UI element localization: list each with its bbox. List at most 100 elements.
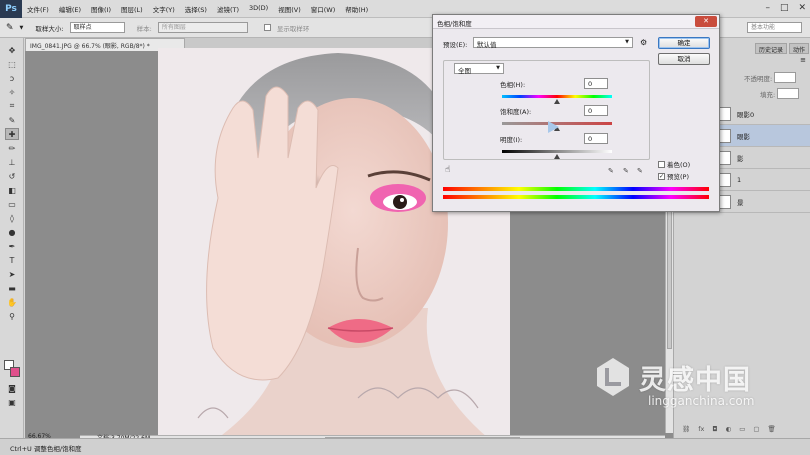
ok-button[interactable]: 确定 (658, 37, 710, 49)
watermark-title: 灵感中国 (639, 365, 751, 396)
tools-panel: ✥ ⬚ ↄ ✧ ⌗ ✎ ✚ ✏ ⊥ ↺ ◧ ▭ ◊ ● ✒ T ➤ ▬ ✋ ⚲ … (0, 38, 24, 443)
chevron-down-icon: ▼ (625, 39, 629, 45)
fill-label: 填充: (760, 90, 776, 99)
fill-field[interactable] (777, 88, 800, 99)
hue-label: 色相(H): (500, 81, 526, 89)
healing-tool-icon[interactable]: ✚ (5, 128, 19, 140)
sample-select[interactable]: 所有图层 (157, 22, 248, 33)
stamp-tool-icon[interactable]: ⊥ (5, 156, 19, 168)
trash-icon[interactable]: 🗑 (768, 425, 776, 433)
close-window-icon[interactable]: ✕ (798, 3, 806, 13)
watermark-subtitle: lingganchina.com (648, 394, 755, 408)
marquee-tool-icon[interactable]: ⬚ (5, 58, 19, 70)
minimize-icon[interactable]: – (765, 3, 770, 13)
menu-item[interactable]: 编辑(E) (54, 4, 86, 14)
menu-item[interactable]: 窗口(W) (306, 4, 341, 14)
zoom-tool-icon[interactable]: ⚲ (5, 310, 19, 322)
type-tool-icon[interactable]: T (5, 254, 19, 266)
dialog-close-button[interactable]: ✕ (695, 16, 717, 27)
quick-mask-icon[interactable]: ◙ (5, 382, 19, 394)
colorize-option[interactable]: 着色(O) (658, 159, 690, 169)
menu-item[interactable]: 视图(V) (273, 4, 306, 14)
panel-tab[interactable]: 动作 (788, 43, 809, 54)
layer-name: 眼影0 (737, 110, 755, 119)
menu-item[interactable]: 选择(S) (180, 4, 212, 14)
menu-item[interactable]: 3D(D) (244, 4, 273, 14)
new-layer-icon[interactable]: ▢ (753, 425, 759, 433)
pen-tool-icon[interactable]: ✒ (5, 240, 19, 252)
hue-slider-thumb[interactable] (554, 99, 560, 104)
blur-tool-icon[interactable]: ◊ (5, 212, 19, 224)
eraser-tool-icon[interactable]: ◧ (5, 184, 19, 196)
move-tool-icon[interactable]: ✥ (5, 44, 19, 56)
channel-select[interactable]: 全图 ▼ (454, 63, 504, 75)
opacity-field[interactable] (774, 72, 797, 83)
preview-label: 预览(P) (667, 173, 689, 181)
history-brush-tool-icon[interactable]: ↺ (5, 170, 19, 182)
hue-slider-track[interactable] (502, 95, 612, 98)
shape-tool-icon[interactable]: ▬ (5, 282, 19, 294)
sample-label: 样本: (136, 24, 152, 33)
photoshop-logo: Ps (0, 0, 22, 18)
mask-icon[interactable]: ◘ (712, 425, 717, 433)
menu-item[interactable]: 帮助(H) (340, 4, 373, 14)
menu-item[interactable]: 滤镜(T) (212, 4, 244, 14)
sample-size-select[interactable]: 取样点 (69, 22, 125, 33)
hand-tool-icon[interactable]: ✋ (5, 296, 19, 308)
crop-tool-icon[interactable]: ⌗ (5, 100, 19, 112)
folder-icon[interactable]: ▭ (739, 425, 745, 433)
layer-name: 景 (737, 198, 744, 207)
menu-item[interactable]: 图像(I) (86, 4, 116, 14)
cancel-button[interactable]: 取消 (658, 53, 710, 65)
preset-options-gear-icon[interactable]: ⚙ (640, 38, 647, 47)
watermark: 灵感中国 lingganchina.com (593, 356, 798, 418)
brush-tool-icon[interactable]: ✏ (5, 142, 19, 154)
panel-menu-icon[interactable]: ≡ (800, 56, 806, 64)
lightness-slider-track[interactable] (502, 150, 612, 153)
panel-tab[interactable]: 历史记录 (754, 43, 787, 54)
layers-footer: ⛓ fx ◘ ◐ ▭ ▢ 🗑 (674, 425, 810, 433)
targeted-adjustment-hand-icon[interactable]: ☝ (445, 165, 450, 175)
eyedropper-tool-icon[interactable]: ✎ (6, 23, 14, 33)
workspace-select[interactable]: 基本功能 (747, 22, 802, 33)
colorize-label: 着色(O) (667, 161, 691, 169)
hue-saturation-dialog: 色相/饱和度 ✕ 预设(E): 默认值 ▼ ⚙ 确定 取消 全图 ▼ 色相(H): … (432, 14, 720, 212)
saturation-input[interactable]: 0 (584, 105, 608, 116)
screen-mode-icon[interactable]: ▣ (5, 396, 19, 408)
eyedropper-icon[interactable]: ✎ (608, 167, 614, 175)
adjustment-icon[interactable]: ◐ (726, 425, 732, 433)
preview-option[interactable]: ✓ 预览(P) (658, 171, 689, 181)
background-color-swatch[interactable] (10, 367, 20, 377)
path-select-tool-icon[interactable]: ➤ (5, 268, 19, 280)
dodge-tool-icon[interactable]: ● (5, 226, 19, 238)
lightness-input[interactable]: 0 (584, 133, 608, 144)
preset-label: 预设(E): (443, 41, 468, 49)
lasso-tool-icon[interactable]: ↄ (5, 72, 19, 84)
eyedropper-plus-icon[interactable]: ✎ (623, 167, 629, 175)
fx-icon[interactable]: fx (698, 425, 704, 433)
window-controls: – □ ✕ (765, 3, 806, 13)
menu-item[interactable]: 文件(F) (22, 4, 54, 14)
lightness-slider-thumb[interactable] (554, 154, 560, 159)
dialog-title-bar[interactable]: 色相/饱和度 ✕ (433, 15, 719, 29)
chevron-down-icon: ▼ (496, 65, 500, 71)
preview-checkbox[interactable]: ✓ (658, 172, 665, 180)
gradient-tool-icon[interactable]: ▭ (5, 198, 19, 210)
hue-input[interactable]: 0 (584, 78, 608, 89)
color-bar-bottom (443, 195, 709, 199)
sample-size-label: 取样大小: (35, 24, 64, 33)
eyedropper-tool-icon[interactable]: ✎ (5, 114, 19, 126)
show-ring-checkbox[interactable] (263, 24, 271, 31)
quick-select-tool-icon[interactable]: ✧ (5, 86, 19, 98)
menu-item[interactable]: 文字(Y) (148, 4, 180, 14)
chevron-down-icon[interactable]: ▼ (20, 25, 24, 31)
colorize-checkbox[interactable] (658, 160, 665, 168)
eyedropper-minus-icon[interactable]: ✎ (637, 167, 643, 175)
layer-name: 眼影 (737, 132, 750, 141)
adjustment-group: 全图 ▼ 色相(H): 0 饱和度(A): 0 明度(I): 0 (443, 60, 650, 160)
maximize-icon[interactable]: □ (780, 3, 789, 13)
link-icon[interactable]: ⛓ (682, 425, 690, 433)
layer-name: 1 (737, 175, 742, 184)
menu-item[interactable]: 图层(L) (116, 4, 148, 14)
preset-select[interactable]: 默认值 ▼ (473, 37, 633, 49)
